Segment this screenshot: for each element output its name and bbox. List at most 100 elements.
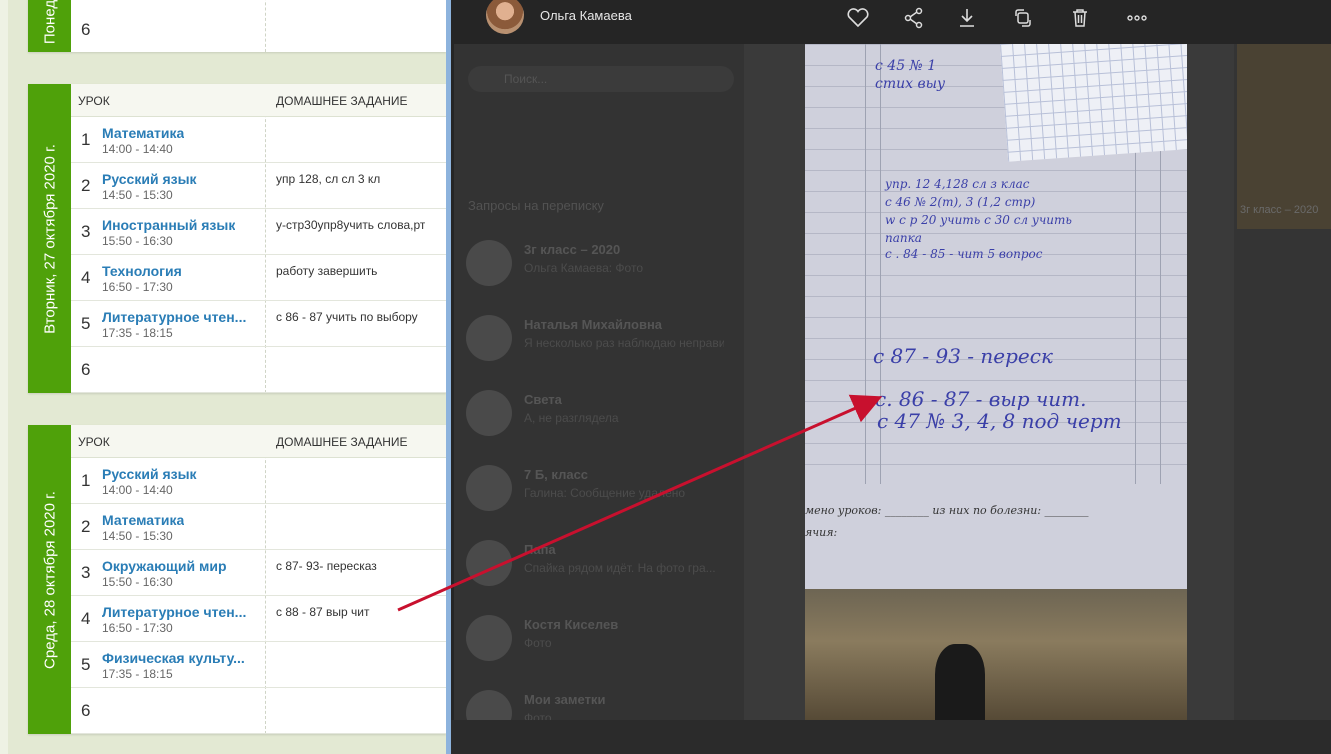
lesson-number: 2 <box>81 517 91 536</box>
lesson-time: 17:35 - 18:15 <box>102 667 173 681</box>
chat-preview: Ольга Камаева: Фото <box>524 261 643 275</box>
chat-list-item[interactable]: Папа Спайка рядом идёт. На фото гра... <box>466 536 736 596</box>
lesson-subject-link[interactable]: Русский язык <box>102 171 197 187</box>
lesson-number: 6 <box>81 360 91 379</box>
homework-text: упр 128, сл сл 3 кл <box>276 172 381 186</box>
column-lesson: УРОК <box>78 94 110 108</box>
lesson-subject-link[interactable]: Математика <box>102 512 184 528</box>
lesson-number: 2 <box>81 176 91 195</box>
chat-list-item[interactable]: 3г класс – 2020 Ольга Камаева: Фото <box>466 236 736 296</box>
table-header: УРОК ДОМАШНЕЕ ЗАДАНИЕ <box>71 425 446 458</box>
lesson-row: 4 Технология 16:50 - 17:30 работу завершить <box>71 255 446 301</box>
chat-preview: Спайка рядом идёт. На фото гра... <box>524 561 716 575</box>
handwritten-text: с. 86 - 87 - выр чит. <box>875 387 1087 411</box>
form-footer-text: мено уроков: ________ из них по болезни:… <box>805 504 1089 517</box>
handwritten-text: w с р 20 учить с 30 сл учить <box>885 213 1072 227</box>
lesson-number: 4 <box>81 609 91 628</box>
day-label-monday: Понед <box>28 0 71 52</box>
lesson-number: 4 <box>81 268 91 287</box>
homework-photo[interactable]: с 45 № 1 стих выу упр. 12 4,128 сл з кла… <box>805 44 1187 720</box>
chat-preview: Галина: Сообщение удалено <box>524 486 686 500</box>
lesson-row: 6 <box>71 0 446 52</box>
chat-name: Света <box>524 392 562 407</box>
chat-list-item[interactable]: Костя Киселев Фото <box>466 611 736 671</box>
lesson-number: 6 <box>81 701 91 720</box>
table-header: УРОК ДОМАШНЕЕ ЗАДАНИЕ <box>71 84 446 117</box>
search-input[interactable]: Поиск... <box>468 66 734 92</box>
chat-thumbnail-label: 3г класс – 2020 <box>1240 204 1319 216</box>
lesson-number: 5 <box>81 655 91 674</box>
chat-name: Папа <box>524 542 556 557</box>
rotate-icon[interactable] <box>1009 4 1037 32</box>
chat-list-item[interactable]: 7 Б, класс Галина: Сообщение удалено <box>466 461 736 521</box>
lesson-time: 14:50 - 15:30 <box>102 188 173 202</box>
lesson-row: 3 Иностранный язык 15:50 - 16:30 у-стр30упр… <box>71 209 446 255</box>
avatar[interactable] <box>486 0 524 34</box>
viewer-bottom-bar <box>451 720 1331 754</box>
heart-icon[interactable] <box>844 4 872 32</box>
handwritten-text: с 46 № 2(m), 3 (1,2 стр) <box>885 195 1036 209</box>
avatar <box>466 540 512 586</box>
handwritten-text: с . 84 - 85 - чит 5 вопрос <box>885 247 1043 261</box>
chat-list-item[interactable]: Света А, не разглядела <box>466 386 736 446</box>
lesson-subject-link[interactable]: Математика <box>102 125 184 141</box>
photo-viewer: Поиск... Запросы на переписку 3г класс –… <box>446 0 1331 754</box>
chat-preview: Я несколько раз наблюдаю неправильно... <box>524 336 724 350</box>
lesson-number: 5 <box>81 314 91 333</box>
chat-name: Костя Киселев <box>524 617 619 632</box>
school-diary-panel: Понед 6 Вторник, 27 октября 2020 г. УРОК… <box>0 0 446 754</box>
day-card-monday: Понед 6 <box>28 0 446 52</box>
lesson-row: 2 Русский язык 14:50 - 15:30 упр 128, сл сл… <box>71 163 446 209</box>
chat-name: Наталья Михайловна <box>524 317 663 332</box>
form-footer-text: ячия: <box>805 526 838 539</box>
chat-list-item[interactable]: Наталья Михайловна Я несколько раз наблюд… <box>466 311 736 371</box>
requests-label[interactable]: Запросы на переписку <box>468 198 604 213</box>
download-icon[interactable] <box>953 4 981 32</box>
lesson-subject-link[interactable]: Технология <box>102 263 182 279</box>
lesson-time: 16:50 - 17:30 <box>102 621 173 635</box>
lesson-subject-link[interactable]: Русский язык <box>102 466 197 482</box>
trash-icon[interactable] <box>1066 4 1094 32</box>
lesson-time: 15:50 - 16:30 <box>102 575 173 589</box>
lesson-number: 6 <box>81 20 91 39</box>
homework-text: работу завершить <box>276 264 378 278</box>
handwritten-text: стих выу <box>875 76 946 92</box>
lesson-time: 14:00 - 14:40 <box>102 483 173 497</box>
day-label-tuesday: Вторник, 27 октября 2020 г. <box>28 84 71 393</box>
lesson-subject-link[interactable]: Литературное чтен... <box>102 604 246 620</box>
column-homework: ДОМАШНЕЕ ЗАДАНИЕ <box>276 94 408 108</box>
share-icon[interactable] <box>900 4 928 32</box>
chat-list: Поиск... Запросы на переписку 3г класс –… <box>454 44 744 736</box>
homework-text: с 86 - 87 учить по выбору <box>276 310 418 324</box>
user-name[interactable]: Ольга Камаева <box>540 8 632 23</box>
day-label-wednesday: Среда, 28 октября 2020 г. <box>28 425 71 734</box>
avatar <box>466 390 512 436</box>
lesson-time: 16:50 - 17:30 <box>102 280 173 294</box>
avatar <box>466 465 512 511</box>
lesson-row: 2 Математика 14:50 - 15:30 <box>71 504 446 550</box>
handwritten-text: с 45 № 1 <box>875 58 937 74</box>
chat-name: Мои заметки <box>524 692 606 707</box>
column-homework: ДОМАШНЕЕ ЗАДАНИЕ <box>276 435 408 449</box>
chat-name: 7 Б, класс <box>524 467 589 482</box>
lesson-row: 6 <box>71 347 446 393</box>
more-icon[interactable] <box>1123 4 1151 32</box>
lesson-subject-link[interactable]: Физическая культу... <box>102 650 245 666</box>
viewer-toolbar: Ольга Камаева <box>451 0 1331 44</box>
avatar <box>466 315 512 361</box>
chat-preview: Фото <box>524 636 552 650</box>
lesson-subject-link[interactable]: Окружающий мир <box>102 558 227 574</box>
lesson-row: 4 Литературное чтен... 16:50 - 17:30 с 88 -… <box>71 596 446 642</box>
lesson-subject-link[interactable]: Литературное чтен... <box>102 309 246 325</box>
lesson-row: 1 Русский язык 14:00 - 14:40 <box>71 458 446 504</box>
handwritten-text: папка <box>885 231 922 245</box>
homework-text: у-стр30упр8учить слова,рт <box>276 218 426 232</box>
lesson-row: 3 Окружающий мир 15:50 - 16:30 с 87- 93- пе… <box>71 550 446 596</box>
lesson-time: 14:00 - 14:40 <box>102 142 173 156</box>
lesson-subject-link[interactable]: Иностранный язык <box>102 217 235 233</box>
lesson-row: 6 <box>71 688 446 734</box>
lesson-row: 1 Математика 14:00 - 14:40 <box>71 117 446 163</box>
lesson-row: 5 Литературное чтен... 17:35 - 18:15 с 86 -… <box>71 301 446 347</box>
lesson-time: 15:50 - 16:30 <box>102 234 173 248</box>
chat-thumbnail[interactable] <box>1237 44 1331 229</box>
